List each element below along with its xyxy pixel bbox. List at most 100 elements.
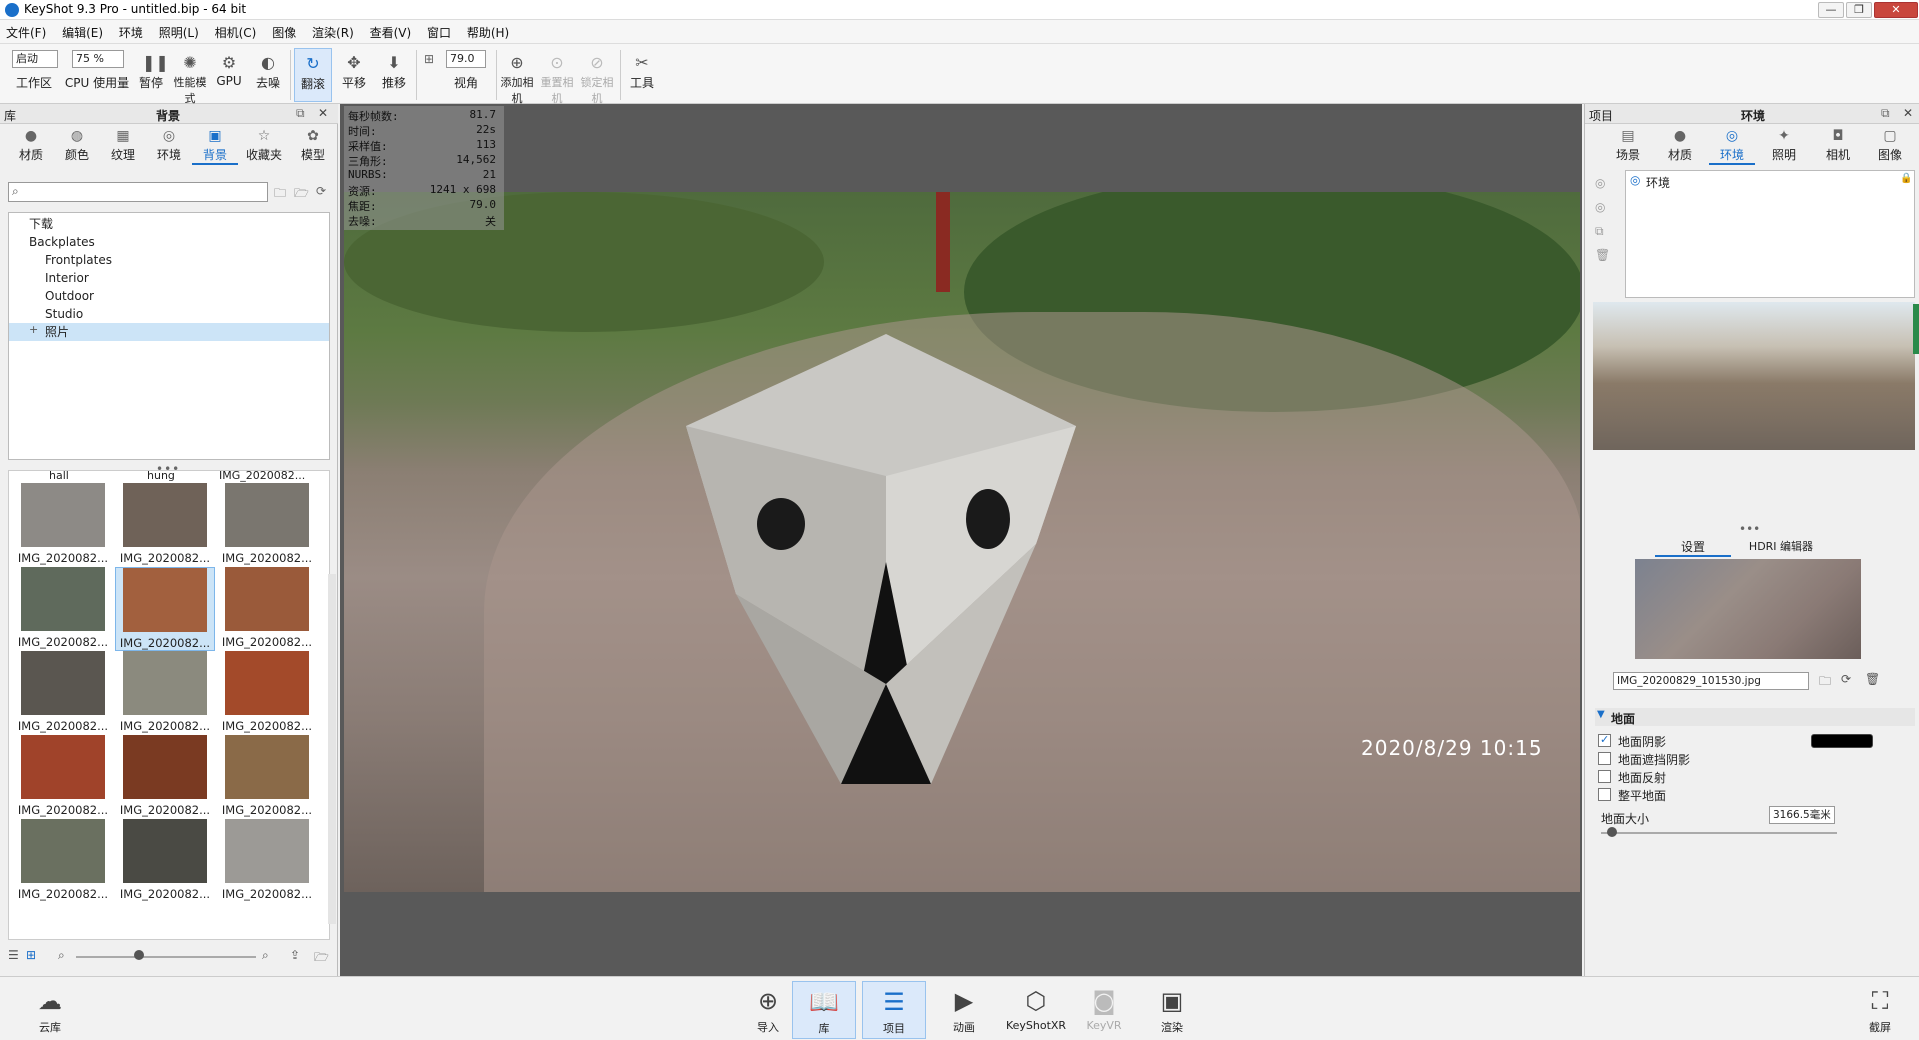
performance-mode-button[interactable]: ✺ 性能模式 [172, 48, 208, 106]
close-button[interactable]: ✕ [1874, 2, 1918, 18]
library-button[interactable]: 📖 库 [792, 981, 856, 1039]
panel-scrollbar[interactable] [1913, 304, 1919, 354]
thumbnail-item[interactable]: IMG_2020082... [115, 819, 215, 903]
folder-sync-icon[interactable]: 🗁 [314, 948, 329, 969]
folder-icon[interactable]: 🗀 [274, 184, 286, 205]
tab-environments[interactable]: ◎ 环境 [146, 128, 192, 163]
folder-open-icon[interactable]: 🗀 [1819, 672, 1831, 693]
tab-camera[interactable]: ◘ 相机 [1815, 128, 1861, 163]
tab-favorites[interactable]: ☆ 收藏夹 [238, 128, 290, 163]
thumbnail-item[interactable]: IMG_2020082... [13, 819, 113, 903]
zoom-in-icon[interactable]: ⌕ [262, 948, 269, 963]
environment-item[interactable]: 环境 [1646, 174, 1670, 191]
close-panel-icon[interactable]: ✕ [1903, 106, 1913, 120]
zoom-out-icon[interactable]: ⌕ [58, 948, 65, 963]
thumbnail-size-slider[interactable] [76, 956, 256, 958]
thumbnail-item[interactable]: IMG_2020082... [115, 735, 215, 819]
dolly-button[interactable]: ⬇ 推移 [376, 48, 412, 102]
menu-render[interactable]: 渲染(R) [306, 20, 360, 45]
ground-option-checkbox[interactable] [1598, 733, 1611, 747]
thumbnail-item[interactable]: IMG_2020082... [115, 651, 215, 735]
close-panel-icon[interactable]: ✕ [318, 106, 328, 120]
hdri-preview[interactable] [1593, 302, 1915, 450]
zoom-select[interactable]: 75 % [72, 50, 124, 68]
project-button[interactable]: ☰ 项目 [862, 981, 926, 1039]
menu-camera[interactable]: 相机(C) [209, 20, 263, 45]
thumbnail-item[interactable]: IMG_2020082... [217, 567, 317, 651]
splitter-handle[interactable]: ••• [1739, 522, 1760, 536]
render-viewport[interactable]: 2020/8/29 10:15 每秒帧数: 81.7 时间: 22s 采样值: 113 三角… [340, 104, 1582, 976]
import-button[interactable]: ⊕ 导入 [736, 981, 800, 1039]
ground-option-checkbox[interactable] [1598, 770, 1611, 783]
workspace-button[interactable]: 工作区 [12, 74, 56, 100]
tab-textures[interactable]: ▦ 纹理 [100, 128, 146, 163]
slider-handle[interactable] [1607, 827, 1617, 837]
lock-icon[interactable]: 🔒 [1900, 173, 1912, 184]
menu-window[interactable]: 窗口 [421, 20, 457, 45]
denoise-button[interactable]: ◐ 去噪 [250, 48, 286, 102]
tab-lighting[interactable]: ✦ 照明 [1761, 128, 1807, 163]
menu-edit[interactable]: 编辑(E) [56, 20, 109, 45]
tree-item-frontplates[interactable]: Frontplates [9, 251, 329, 269]
expand-icon[interactable]: + [29, 323, 38, 336]
pause-button[interactable]: ❚❚ 暂停 [134, 48, 169, 102]
gpu-button[interactable]: ⚙ GPU [212, 48, 246, 102]
tab-material[interactable]: ● 材质 [1657, 128, 1703, 163]
float-panel-icon[interactable]: ⧉ [296, 106, 305, 121]
menu-file[interactable]: 文件(F) [0, 20, 52, 45]
add-camera-button[interactable]: ⊕ 添加相机 [500, 48, 534, 106]
tree-item-interior[interactable]: Interior [9, 269, 329, 287]
tree-item-backplates[interactable]: Backplates [9, 233, 329, 251]
tab-colors[interactable]: ◍ 颜色 [54, 128, 100, 163]
fov-input[interactable]: 79.0 [446, 50, 486, 68]
subtab-hdri-editor[interactable]: HDRI 编辑器 [1735, 538, 1827, 554]
backplate-file-field[interactable]: IMG_20200829_101530.jpg [1613, 672, 1809, 690]
delete-icon[interactable]: 🗑 [1595, 248, 1610, 262]
duplicate-environment-icon[interactable]: ◎ [1595, 200, 1605, 214]
list-view-icon[interactable]: ☰ [8, 948, 19, 962]
cpu-usage-button[interactable]: CPU 使用量 [62, 74, 132, 100]
subtab-settings[interactable]: 设置 [1655, 538, 1731, 557]
thumbnail-item[interactable]: IMG_2020082... [13, 567, 113, 651]
slider-handle[interactable] [134, 950, 144, 960]
upload-icon[interactable]: ⇪ [290, 948, 300, 962]
startup-select[interactable]: 启动 [12, 50, 58, 68]
delete-icon[interactable]: 🗑 [1865, 672, 1880, 686]
thumbnail-item[interactable]: IMG_2020082... [13, 483, 113, 567]
render-button[interactable]: ▣ 渲染 [1140, 981, 1204, 1039]
tab-environment[interactable]: ◎ 环境 [1709, 128, 1755, 165]
tree-item-photos[interactable]: 照片 [9, 323, 329, 341]
thumbnail-item[interactable]: IMG_2020082... [217, 651, 317, 735]
shadow-color-swatch[interactable] [1811, 734, 1873, 748]
thumbnail-item[interactable]: IMG_2020082... [13, 651, 113, 735]
menu-lighting[interactable]: 照明(L) [153, 20, 205, 45]
add-environment-icon[interactable]: ◎ [1595, 176, 1605, 190]
minimize-button[interactable]: — [1818, 2, 1844, 18]
thumbnail-item[interactable]: IMG_2020082... [115, 567, 215, 651]
pan-button[interactable]: ✥ 平移 [336, 48, 372, 102]
tree-item-studio[interactable]: Studio [9, 305, 329, 323]
animation-button[interactable]: ▶ 动画 [932, 981, 996, 1039]
tab-backplates[interactable]: ▣ 背景 [192, 128, 238, 165]
menu-environment[interactable]: 环境 [113, 20, 149, 45]
menu-view[interactable]: 查看(V) [364, 20, 418, 45]
ground-size-input[interactable]: 3166.5毫米 [1769, 806, 1835, 824]
tab-models[interactable]: ✿ 模型 [290, 128, 336, 163]
menu-help[interactable]: 帮助(H) [461, 20, 515, 45]
keyvr-button[interactable]: ◙ KeyVR [1072, 981, 1136, 1039]
ground-size-slider[interactable] [1601, 832, 1837, 834]
thumbnail-item[interactable]: IMG_2020082... [13, 735, 113, 819]
reset-camera-button[interactable]: ⊙ 重置相机 [540, 48, 574, 106]
menu-image[interactable]: 图像 [266, 20, 302, 45]
thumbnail-scrollbar[interactable] [328, 574, 336, 924]
float-panel-icon[interactable]: ⧉ [1881, 106, 1890, 121]
search-input[interactable]: ⌕ [8, 182, 268, 202]
tab-materials[interactable]: ● 材质 [8, 128, 54, 163]
tree-item-outdoor[interactable]: Outdoor [9, 287, 329, 305]
grid-view-icon[interactable]: ⊞ [26, 948, 36, 962]
maximize-button[interactable]: ❐ [1846, 2, 1872, 18]
ground-option-checkbox[interactable] [1598, 752, 1611, 765]
screenshot-button[interactable]: ⛶ 截屏 [1848, 981, 1912, 1039]
thumbnail-item[interactable]: IMG_2020082... [217, 735, 317, 819]
tools-button[interactable]: ✂ 工具 [624, 48, 660, 102]
